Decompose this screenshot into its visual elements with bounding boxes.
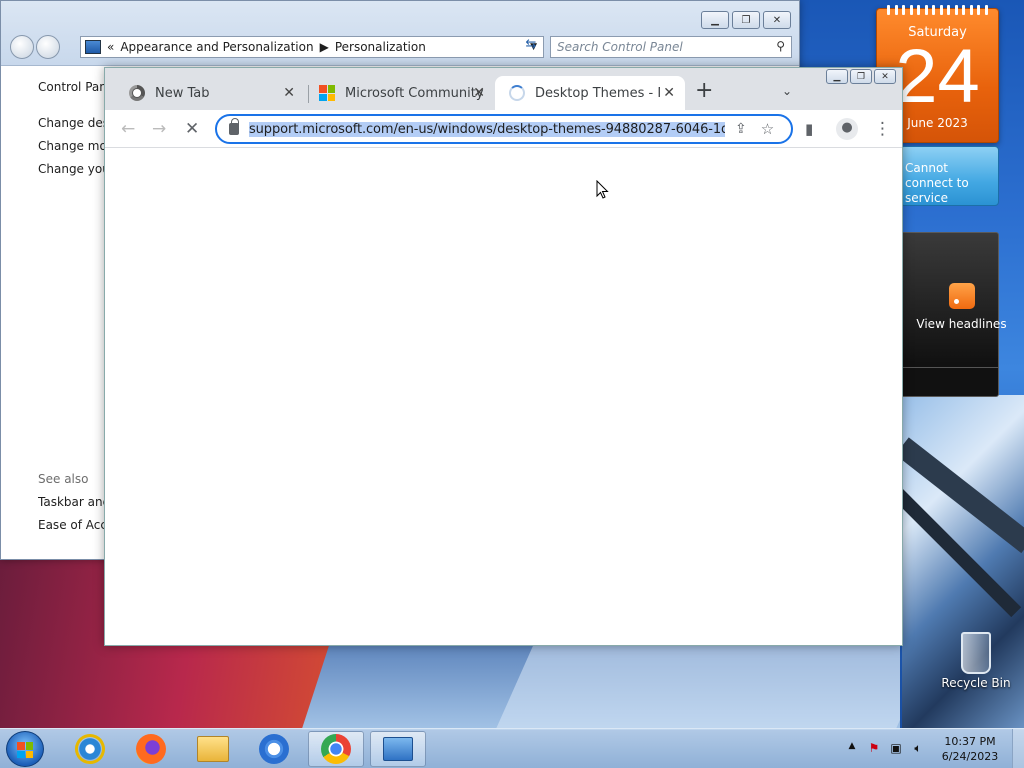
network-icon[interactable]: ▣ [888, 741, 904, 757]
tab-search-button[interactable]: ⌄ [782, 84, 792, 98]
sidebar-link-desktop-icons[interactable]: Change desktop icons [38, 116, 105, 130]
chrome-close-button[interactable]: ✕ [874, 69, 896, 84]
recycle-bin-label: Recycle Bin [941, 676, 1011, 690]
feed-message: View headlines [916, 317, 1007, 331]
refresh-icon[interactable]: ⇆ [520, 37, 542, 57]
action-center-flag-icon[interactable]: ⚑ [866, 741, 882, 757]
tab-close-icon[interactable]: ✕ [283, 85, 295, 101]
lock-icon[interactable] [229, 118, 239, 135]
chevron-down-icon: ⌄ [781, 84, 792, 98]
taskbar: ▲ ⚑ ▣ 🔈︎ 10:37 PM 6/24/2023 [0, 728, 1024, 768]
weather-gadget[interactable]: Cannot connect to service [900, 146, 999, 206]
forward-arrow-icon[interactable]: → [152, 119, 166, 139]
clock-time: 10:37 PM [944, 735, 996, 748]
folder-icon [197, 736, 229, 762]
tab-desktop-themes[interactable]: Desktop Themes - Microsoft Support ✕ [495, 76, 685, 110]
maximize-button[interactable]: ❐ [732, 11, 760, 29]
breadcrumb-separator-icon: ▶ [319, 40, 329, 54]
forward-button[interactable] [36, 35, 60, 59]
tab-close-icon[interactable]: ✕ [663, 85, 675, 101]
show-hidden-icons-icon[interactable]: ▲ [844, 741, 860, 757]
profile-avatar-icon[interactable]: ● [836, 118, 858, 140]
tab-strip[interactable]: ▁ ❐ ✕ New Tab ✕ Microsoft Community ✕ De… [105, 68, 902, 110]
tab-close-icon[interactable]: ✕ [473, 85, 485, 101]
tab-title: New Tab [155, 85, 210, 101]
chrome-icon [321, 734, 351, 764]
loading-spinner-icon [509, 85, 525, 101]
see-also-taskbar[interactable]: Taskbar and Start Menu [38, 495, 105, 509]
taskbar-clock[interactable]: 10:37 PM 6/24/2023 [940, 734, 1000, 764]
volume-muted-icon[interactable]: 🔈︎ [910, 741, 926, 757]
breadcrumb-prefix[interactable]: « [107, 40, 114, 54]
feed-headlines-gadget[interactable]: View headlines [900, 232, 1007, 397]
taskbar-chrome[interactable] [308, 731, 364, 767]
minimize-button[interactable]: ▁ [701, 11, 729, 29]
rss-icon [948, 283, 975, 309]
control-panel-sidebar: Control Panel Home Change desktop icons … [1, 67, 105, 559]
url-text[interactable]: support.microsoft.com/en-us/windows/desk… [249, 121, 725, 137]
tab-title: Microsoft Community [345, 85, 484, 101]
control-panel-titlebar[interactable]: ▁ ❐ ✕ « Appearance and Personalization ▶… [1, 1, 799, 66]
weather-message: Cannot connect to service [905, 161, 969, 205]
see-also-ease-of-access[interactable]: Ease of Access Center [38, 518, 105, 532]
taskbar-file-explorer[interactable] [185, 731, 241, 767]
browser-toolbar: ← → ✕ support.microsoft.com/en-us/window… [105, 110, 902, 148]
chromium-icon [259, 734, 289, 764]
search-input[interactable]: Search Control Panel ⚲ [550, 36, 792, 58]
omnibox[interactable]: support.microsoft.com/en-us/windows/desk… [215, 114, 793, 144]
sidebar-link-mouse-pointers[interactable]: Change mouse pointers [38, 139, 105, 153]
breadcrumb-appearance[interactable]: Appearance and Personalization [120, 40, 313, 54]
system-tray: ▲ ⚑ ▣ 🔈︎ 10:37 PM 6/24/2023 [824, 729, 1024, 768]
side-panel-icon[interactable]: ▮ [805, 119, 813, 139]
show-desktop-button[interactable] [1012, 729, 1024, 768]
taskbar-control-panel[interactable] [370, 731, 426, 767]
bookmark-star-icon[interactable]: ☆ [761, 120, 774, 138]
search-placeholder: Search Control Panel [557, 40, 683, 54]
sidebar-link-account-picture[interactable]: Change your account picture [38, 162, 105, 176]
taskbar-internet-explorer[interactable] [62, 729, 118, 768]
share-icon[interactable]: ⇪ [735, 121, 747, 137]
new-tab-button[interactable]: + [695, 80, 713, 102]
control-panel-icon [85, 40, 101, 54]
windows-logo-icon [17, 742, 33, 758]
chrome-minimize-button[interactable]: ▁ [826, 69, 848, 84]
close-button[interactable]: ✕ [763, 11, 791, 29]
breadcrumb-personalization[interactable]: Personalization [335, 40, 426, 54]
chrome-window[interactable]: ▁ ❐ ✕ New Tab ✕ Microsoft Community ✕ De… [104, 67, 903, 646]
back-arrow-icon[interactable]: ← [121, 119, 135, 139]
menu-kebab-icon[interactable]: ⋮ [874, 119, 891, 139]
clock-date: 6/24/2023 [941, 750, 999, 763]
internet-explorer-icon [70, 729, 110, 768]
search-icon[interactable]: ⚲ [776, 39, 785, 53]
tab-title: Desktop Themes - Microsoft Support [535, 85, 660, 101]
see-also-heading: See also [38, 472, 89, 486]
tab-new-tab[interactable]: New Tab ✕ [115, 76, 305, 110]
taskbar-chromium[interactable] [246, 731, 302, 767]
sidebar-control-panel-home[interactable]: Control Panel Home [38, 80, 105, 94]
microsoft-logo-icon [319, 85, 335, 101]
tab-microsoft-community[interactable]: Microsoft Community ✕ [305, 76, 495, 110]
address-bar[interactable]: « Appearance and Personalization ▶ Perso… [80, 36, 544, 58]
page-content [105, 148, 902, 645]
taskbar-firefox[interactable] [123, 731, 179, 767]
recycle-bin-icon [961, 632, 991, 674]
chrome-maximize-button[interactable]: ❐ [850, 69, 872, 84]
start-button[interactable] [6, 731, 44, 767]
recycle-bin[interactable]: Recycle Bin [940, 632, 1012, 690]
back-button[interactable] [10, 35, 34, 59]
firefox-icon [136, 734, 166, 764]
control-panel-icon [383, 737, 413, 761]
chrome-icon [129, 85, 145, 101]
stop-loading-icon[interactable]: ✕ [185, 119, 199, 139]
